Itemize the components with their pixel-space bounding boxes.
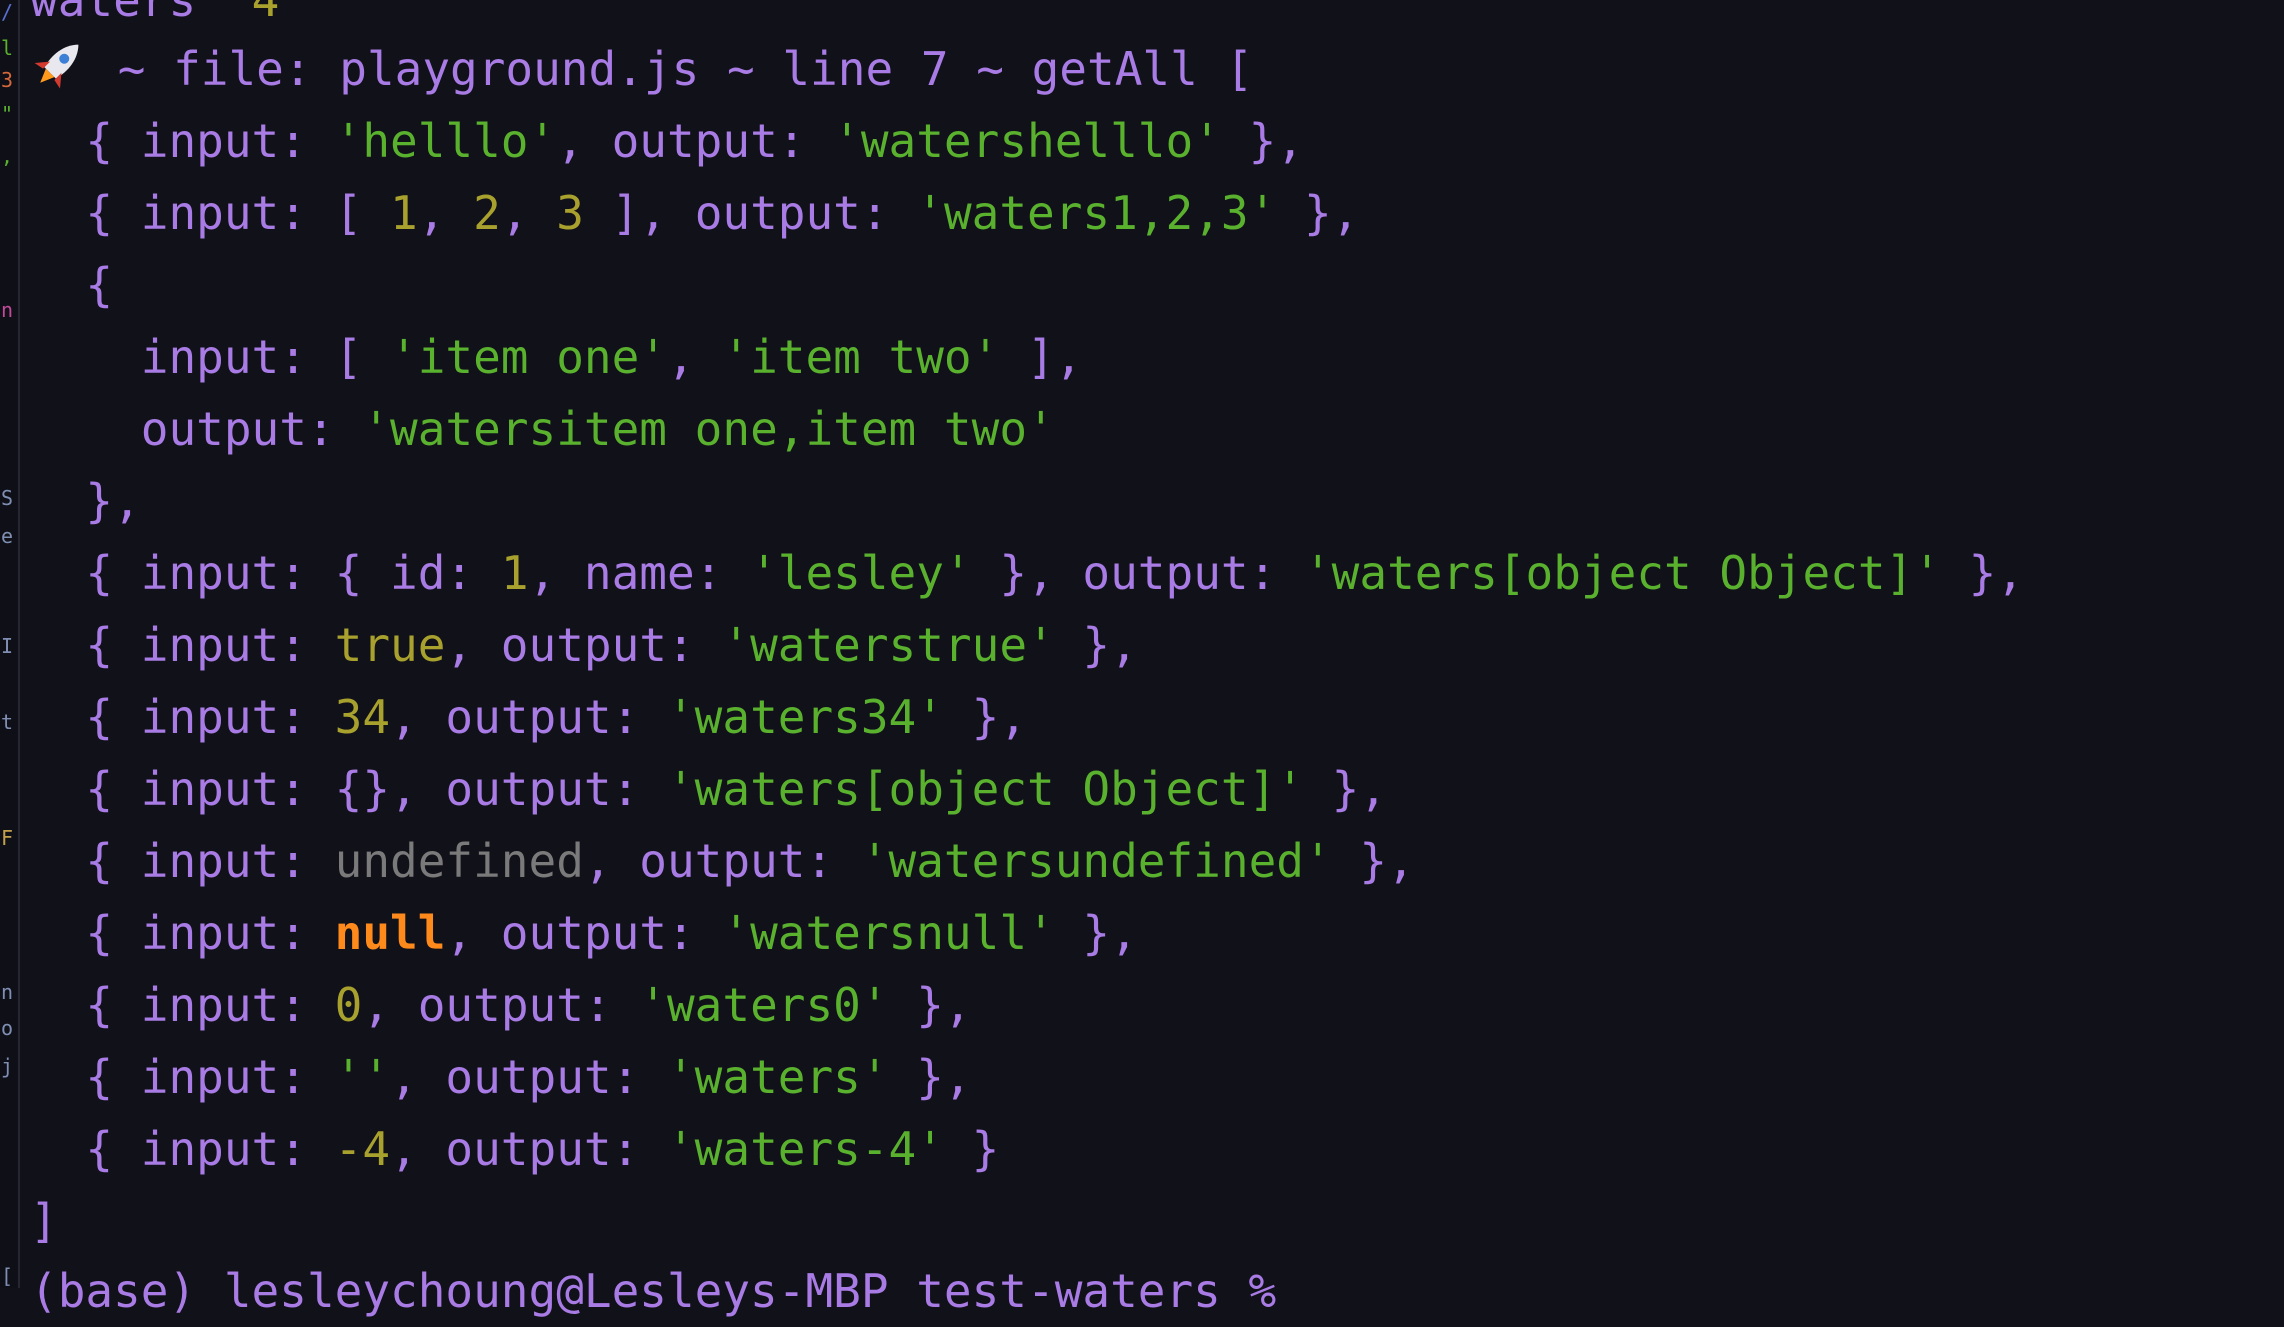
terminal-line: waters 4	[30, 0, 280, 27]
gutter-char: "	[1, 102, 14, 126]
terminal-line: {	[30, 258, 114, 312]
terminal-line: { input: 34, output: 'waters34' },	[30, 690, 1028, 744]
gutter-char: j	[1, 1054, 14, 1078]
gutter-char: I	[1, 634, 14, 658]
gutter-char: S	[1, 486, 14, 510]
gutter-char: ,	[1, 144, 14, 168]
gutter-char: 3	[1, 68, 14, 92]
terminal-line: { input: [ 1, 2, 3 ], output: 'waters1,2…	[30, 186, 1360, 240]
editor-gutter: / l 3 " , n S e I t F n o j [	[0, 0, 20, 1288]
gutter-char: e	[1, 524, 14, 548]
terminal-line: { input: null, output: 'watersnull' },	[30, 906, 1138, 960]
gutter-char: F	[1, 826, 14, 850]
terminal-line: { input: true, output: 'waterstrue' },	[30, 618, 1138, 672]
gutter-char: l	[1, 36, 14, 60]
gutter-char: n	[1, 980, 14, 1004]
gutter-char: /	[1, 0, 14, 24]
terminal-line: { input: undefined, output: 'watersundef…	[30, 834, 1415, 888]
terminal-line: input: [ 'item one', 'item two' ],	[30, 330, 1083, 384]
terminal-line: },	[30, 474, 141, 528]
gutter-char: n	[1, 298, 14, 322]
log-header-line: ~ file: playground.js ~ line 7 ~ getAll …	[30, 33, 1253, 105]
gutter-char: t	[1, 710, 14, 734]
terminal-line: { input: '', output: 'waters' },	[30, 1050, 972, 1104]
terminal-line: { input: -4, output: 'waters-4' }	[30, 1122, 1000, 1176]
terminal-line: { input: 'helllo', output: 'watershelllo…	[30, 114, 1304, 168]
terminal-line: output: 'watersitem one,item two'	[30, 402, 1055, 456]
terminal-line: { input: {}, output: 'waters[object Obje…	[30, 762, 1388, 816]
closing-bracket: ]	[30, 1194, 58, 1248]
terminal-line: { input: { id: 1, name: 'lesley' }, outp…	[30, 546, 2025, 600]
gutter-char: o	[1, 1016, 14, 1040]
rocket-icon	[30, 33, 90, 93]
shell-prompt[interactable]: (base) lesleychoung@Lesleys-MBP test-wat…	[30, 1255, 1276, 1327]
terminal-line: { input: 0, output: 'waters0' },	[30, 978, 972, 1032]
gutter-char: [	[1, 1264, 14, 1288]
terminal-output[interactable]: waters 4 ~ file: playground.js ~ line 7 …	[30, 0, 2284, 1318]
